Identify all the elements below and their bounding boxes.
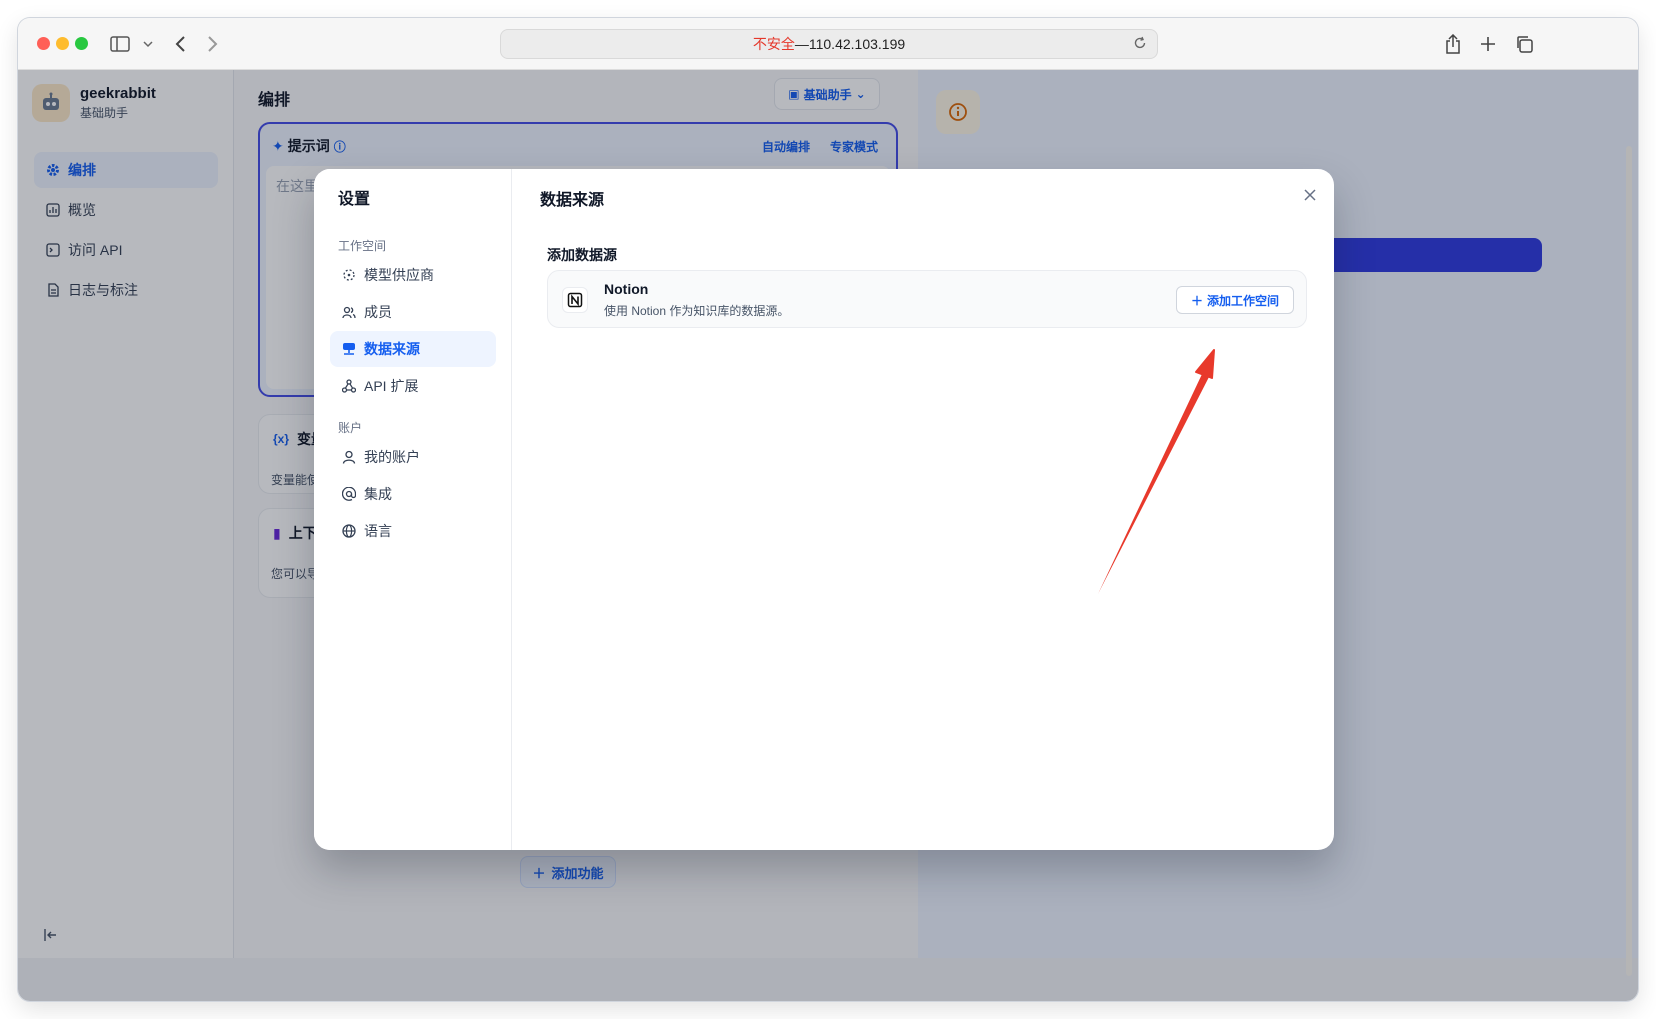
plus-icon: ＋ (1190, 293, 1203, 308)
tab-overview-icon[interactable] (1512, 32, 1536, 56)
settings-item-datasource[interactable]: 数据来源 (330, 331, 496, 367)
webhook-icon (342, 379, 356, 393)
close-icon[interactable] (1304, 188, 1316, 206)
settings-item-label: 我的账户 (364, 449, 420, 465)
close-window-button[interactable] (37, 37, 50, 50)
notion-logo-icon (562, 287, 588, 313)
page-scrollbar[interactable] (1623, 78, 1635, 988)
settings-item-label: 语言 (364, 523, 392, 539)
url-host: 110.42.103.199 (808, 36, 906, 52)
browser-titlebar: 不安全 — 110.42.103.199 (18, 18, 1638, 70)
add-datasource-heading: 添加数据源 (547, 247, 617, 263)
add-workspace-button[interactable]: ＋ 添加工作空间 (1176, 286, 1294, 314)
settings-item-members[interactable]: 成员 (330, 294, 496, 330)
settings-item-label: API 扩展 (364, 378, 419, 394)
database-icon (343, 343, 355, 355)
settings-item-label: 模型供应商 (364, 267, 434, 283)
settings-sidebar: 设置 工作空间 模型供应商 成员 数据来源 API 扩展 账户 我的账户 集成 (314, 169, 512, 850)
settings-item-my-account[interactable]: 我的账户 (330, 439, 496, 475)
address-bar[interactable]: 不安全 — 110.42.103.199 (500, 29, 1158, 59)
settings-group-account: 账户 (338, 421, 363, 435)
zoom-window-button[interactable] (75, 37, 88, 50)
settings-modal: 设置 工作空间 模型供应商 成员 数据来源 API 扩展 账户 我的账户 集成 (314, 169, 1334, 850)
reload-icon[interactable] (1133, 36, 1147, 53)
settings-group-workspace: 工作空间 (338, 239, 387, 253)
datasource-name: Notion (604, 281, 649, 297)
add-workspace-label: 添加工作空间 (1207, 293, 1280, 308)
settings-item-api-extension[interactable]: API 扩展 (330, 368, 496, 404)
insecure-warning: 不安全 (752, 36, 795, 52)
model-provider-icon (343, 269, 355, 281)
settings-item-label: 数据来源 (364, 341, 420, 357)
scrollbar-thumb[interactable] (1626, 146, 1632, 976)
at-icon (342, 487, 356, 501)
minimize-window-button[interactable] (56, 37, 69, 50)
datasource-title: 数据来源 (540, 192, 605, 209)
user-icon (342, 450, 356, 464)
url-separator: — (794, 36, 809, 52)
back-arrow-icon[interactable] (168, 32, 192, 56)
members-icon (342, 306, 356, 319)
datasource-desc: 使用 Notion 作为知识库的数据源。 (604, 304, 790, 318)
settings-item-integrations[interactable]: 集成 (330, 476, 496, 512)
share-icon[interactable] (1441, 32, 1465, 56)
settings-item-language[interactable]: 语言 (330, 513, 496, 549)
sidebar-toggle-icon[interactable] (108, 32, 132, 56)
new-tab-icon[interactable] (1476, 32, 1500, 56)
forward-arrow-icon[interactable] (201, 32, 225, 56)
chevron-down-icon[interactable] (136, 32, 160, 56)
globe-icon (342, 524, 356, 538)
settings-item-label: 集成 (364, 486, 392, 502)
settings-item-model-provider[interactable]: 模型供应商 (330, 257, 496, 293)
settings-title: 设置 (338, 191, 371, 208)
notion-datasource-row: Notion 使用 Notion 作为知识库的数据源。 ＋ 添加工作空间 (547, 270, 1307, 328)
settings-item-label: 成员 (364, 304, 392, 320)
